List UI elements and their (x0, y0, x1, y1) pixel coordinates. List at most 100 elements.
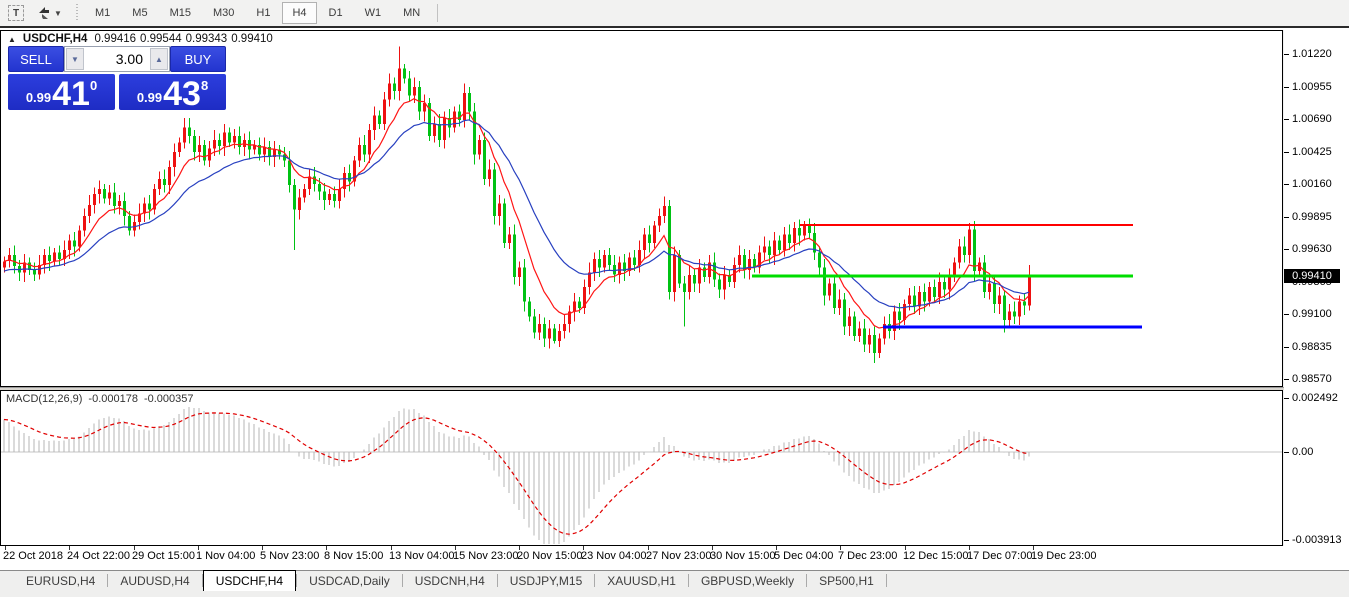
timeframe-button-m1[interactable]: M1 (85, 2, 120, 24)
tab-usdcnh-h4[interactable]: USDCNH,H4 (403, 571, 497, 591)
price-axis-label: 1.01220 (1292, 48, 1332, 60)
time-axis-label: 27 Nov 23:00 (646, 550, 711, 562)
macd-axis-label: -0.003913 (1292, 534, 1342, 546)
price-axis-label: 1.00690 (1292, 113, 1332, 125)
price-axis-label: 1.00425 (1292, 146, 1332, 158)
timeframe-button-mn[interactable]: MN (393, 2, 430, 24)
status-strip (0, 591, 1349, 597)
time-axis-label: 19 Dec 23:00 (1031, 550, 1096, 562)
ohlc-low: 0.99343 (186, 33, 228, 45)
tab-usdcad-daily[interactable]: USDCAD,Daily (297, 571, 402, 591)
tab-xauusd-h1[interactable]: XAUUSD,H1 (595, 571, 688, 591)
top-toolbar: T ▼ M1M5M15M30H1H4D1W1MN (0, 0, 1349, 26)
price-axis-tick (1284, 379, 1289, 380)
timeframe-button-m15[interactable]: M15 (160, 2, 201, 24)
current-price-tag: 0.99410 (1284, 269, 1340, 283)
chart-symbol: USDCHF,H4 (23, 33, 88, 45)
time-axis-label: 5 Dec 04:00 (774, 550, 833, 562)
price-axis-tick (1284, 152, 1289, 153)
macd-value-signal: -0.000357 (144, 393, 194, 405)
buy-price-point: 8 (201, 78, 208, 93)
sell-price-pips: 41 (52, 80, 90, 108)
macd-indicator-label: MACD(12,26,9) -0.000178 -0.000357 (6, 393, 194, 405)
macd-axis-tick (1284, 398, 1289, 399)
ohlc-open: 0.99416 (94, 33, 136, 45)
sell-button[interactable]: SELL (8, 46, 64, 72)
price-axis-tick (1284, 217, 1289, 218)
buy-price-pips: 43 (163, 80, 201, 108)
time-axis-label: 13 Nov 04:00 (389, 550, 454, 562)
tab-usdchf-h4[interactable]: USDCHF,H4 (203, 570, 296, 591)
price-axis-tick (1284, 184, 1289, 185)
volume-control: ▼ 3.00 ▲ (64, 46, 170, 72)
volume-input[interactable]: 3.00 (85, 47, 149, 71)
timeframe-button-d1[interactable]: D1 (319, 2, 353, 24)
price-axis-label: 0.99100 (1292, 308, 1332, 320)
one-click-trade-panel: SELL ▼ 3.00 ▲ BUY 0.99 41 0 0.99 43 8 (8, 46, 226, 110)
timeframe-button-m5[interactable]: M5 (122, 2, 157, 24)
price-axis-label: 0.98570 (1292, 373, 1332, 385)
sell-quote-panel[interactable]: 0.99 41 0 (8, 74, 115, 110)
price-axis-label: 0.99630 (1292, 243, 1332, 255)
price-axis-tick (1284, 119, 1289, 120)
ohlc-close: 0.99410 (231, 33, 273, 45)
tab-eurusd-h4[interactable]: EURUSD,H4 (14, 571, 107, 591)
price-axis-label: 1.00955 (1292, 81, 1332, 93)
text-label-icon[interactable]: T (6, 4, 26, 22)
toolbar-separator (437, 4, 438, 22)
tab-separator (886, 574, 887, 587)
timeframe-button-h1[interactable]: H1 (246, 2, 280, 24)
price-axis[interactable]: 1.01220 1.00955 1.00690 1.00425 1.00160 0.998… (1284, 28, 1349, 570)
dropdown-caret-icon: ▼ (54, 9, 62, 18)
tab-gbpusd-weekly[interactable]: GBPUSD,Weekly (689, 571, 806, 591)
timeframe-group: M1M5M15M30H1H4D1W1MN (84, 2, 431, 24)
chart-header: ▲ USDCHF,H4 0.99416 0.99544 0.99343 0.99… (8, 33, 273, 45)
time-axis-label: 24 Oct 22:00 (67, 550, 130, 562)
volume-decrease-button[interactable]: ▼ (66, 48, 84, 70)
volume-increase-button[interactable]: ▲ (150, 48, 168, 70)
collapse-triangle-icon[interactable]: ▲ (8, 35, 16, 44)
price-axis-tick (1284, 54, 1289, 55)
arrow-markers-icon[interactable]: ▼ (32, 4, 66, 22)
price-axis-label: 1.00160 (1292, 178, 1332, 190)
price-axis-tick (1284, 347, 1289, 348)
time-axis-label: 22 Oct 2018 (3, 550, 63, 562)
tab-sp500-h1[interactable]: SP500,H1 (807, 571, 886, 591)
time-axis-label: 17 Dec 07:00 (967, 550, 1032, 562)
time-axis-label: 5 Nov 23:00 (260, 550, 319, 562)
time-axis-label: 12 Dec 15:00 (903, 550, 968, 562)
time-axis-label: 7 Dec 23:00 (838, 550, 897, 562)
ohlc-high: 0.99544 (140, 33, 182, 45)
price-axis-label: 0.98835 (1292, 341, 1332, 353)
time-axis-label: 8 Nov 15:00 (324, 550, 383, 562)
buy-price-prefix: 0.99 (137, 90, 162, 105)
time-axis-label: 30 Nov 15:00 (710, 550, 775, 562)
buy-button[interactable]: BUY (170, 46, 226, 72)
macd-axis-label: 0.002492 (1292, 392, 1338, 404)
time-axis-label: 1 Nov 04:00 (196, 550, 255, 562)
price-axis-tick (1284, 249, 1289, 250)
price-axis-tick (1284, 87, 1289, 88)
macd-name: MACD(12,26,9) (6, 393, 82, 405)
symbol-tab-bar: EURUSD,H4AUDUSD,H4USDCHF,H4USDCAD,DailyU… (0, 570, 1349, 591)
time-axis-label: 20 Nov 15:00 (517, 550, 582, 562)
time-axis[interactable]: 22 Oct 2018 24 Oct 22:0029 Oct 15:001 Nov… (0, 546, 1349, 570)
tab-usdjpy-m15[interactable]: USDJPY,M15 (498, 571, 594, 591)
macd-value-main: -0.000178 (88, 393, 138, 405)
tab-audusd-h4[interactable]: AUDUSD,H4 (108, 571, 201, 591)
macd-axis-label: 0.00 (1292, 446, 1313, 458)
macd-pane[interactable] (0, 390, 1283, 546)
macd-axis-tick (1284, 540, 1289, 541)
toolbar-grip (76, 4, 78, 22)
arrows-glyph (36, 6, 52, 20)
price-axis-tick (1284, 314, 1289, 315)
price-axis-label: 0.99895 (1292, 211, 1332, 223)
sell-price-point: 0 (90, 78, 97, 93)
time-axis-label: 29 Oct 15:00 (132, 550, 195, 562)
timeframe-button-h4[interactable]: H4 (282, 2, 316, 24)
buy-quote-panel[interactable]: 0.99 43 8 (119, 74, 226, 110)
macd-axis-tick (1284, 452, 1289, 453)
sell-price-prefix: 0.99 (26, 90, 51, 105)
timeframe-button-m30[interactable]: M30 (203, 2, 244, 24)
timeframe-button-w1[interactable]: W1 (355, 2, 392, 24)
